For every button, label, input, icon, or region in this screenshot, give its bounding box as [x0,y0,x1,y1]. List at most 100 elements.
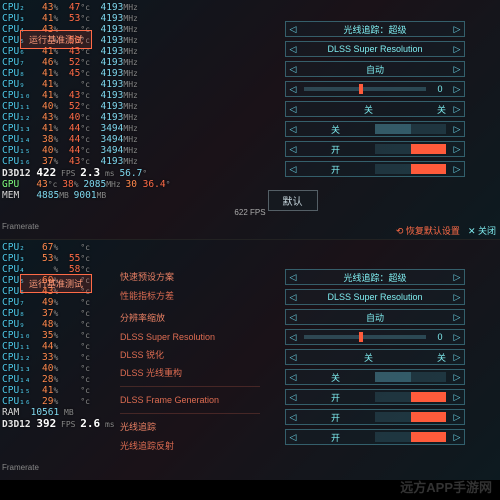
chevron-left-icon[interactable]: ◁ [286,104,300,115]
option-row: ◁开▷ [235,408,465,426]
chevron-left-icon[interactable]: ◁ [286,352,300,363]
benchmark-button[interactable]: 运行基准测试 [20,274,92,293]
osd-row: CPU₂ 43% 47°c 4193MHz [2,2,170,13]
top-screenshot: CPU₂ 43% 47°c 4193MHzCPU₃ 41% 53°c 4193M… [0,0,500,240]
toggle-knob[interactable] [411,164,447,174]
option-row: ◁关▷ [235,120,465,138]
slider-knob[interactable] [359,332,363,342]
option-row: ◁DLSS Super Resolution▷ [235,40,465,58]
chevron-right-icon[interactable]: ▷ [450,292,464,303]
chevron-left-icon[interactable]: ◁ [286,64,300,75]
option-value: DLSS Super Resolution [300,292,450,302]
chevron-right-icon[interactable]: ▷ [450,104,464,115]
chevron-right-icon[interactable]: ▷ [450,432,464,443]
chevron-left-icon[interactable]: ◁ [286,312,300,323]
chevron-right-icon[interactable]: ▷ [450,144,464,155]
option-selector[interactable]: ◁光线追踪：超级▷ [285,21,465,37]
toggle-knob[interactable] [411,144,447,154]
option-selector[interactable]: ◁自动▷ [285,309,465,325]
osd-row: CPU₇ 46% 52°c 4193MHz [2,57,170,68]
toggle-knob[interactable] [411,412,447,422]
chevron-left-icon[interactable]: ◁ [286,124,300,135]
option-slider[interactable]: ◁0▷ [285,329,465,345]
option-selector[interactable]: ◁关关▷ [285,101,465,117]
option-row: ◁关关▷ [235,348,465,366]
chevron-left-icon[interactable]: ◁ [286,164,300,175]
chevron-left-icon[interactable]: ◁ [286,432,300,443]
option-toggle[interactable]: ◁开▷ [285,389,465,405]
option-row: ◁关 ▷ [235,368,465,386]
chevron-right-icon[interactable]: ▷ [450,312,464,323]
option-row: ◁0▷ [235,328,465,346]
chevron-right-icon[interactable]: ▷ [450,372,464,383]
toggle-knob[interactable] [411,392,447,402]
option-selector[interactable]: ◁自动▷ [285,61,465,77]
toggle-knob[interactable] [411,432,447,442]
option-toggle[interactable]: ◁关▷ [285,121,465,137]
osd-row: CPU₃ 53% 55°c [2,253,123,264]
chevron-right-icon[interactable]: ▷ [450,272,464,283]
chevron-right-icon[interactable]: ▷ [450,392,464,403]
chevron-left-icon[interactable]: ◁ [286,292,300,303]
off-indicator: 关 [437,351,446,364]
osd-row: CPU₁₀ 35% °c [2,330,123,341]
option-value: 自动 [300,63,450,76]
chevron-right-icon[interactable]: ▷ [450,84,464,95]
chevron-right-icon[interactable]: ▷ [450,352,464,363]
option-row: ◁自动▷ [235,308,465,326]
chevron-left-icon[interactable]: ◁ [286,332,300,343]
chevron-right-icon[interactable]: ▷ [450,124,464,135]
option-selector[interactable]: ◁DLSS Super Resolution▷ [285,289,465,305]
option-row: ◁DLSS Super Resolution▷ [235,288,465,306]
osd-row: CPU₉ 41% °c 4193MHz [2,79,170,90]
chevron-right-icon[interactable]: ▷ [450,44,464,55]
option-row: ◁开▷ [235,160,465,178]
close-link[interactable]: ✕ 关闭 [468,224,496,237]
chevron-right-icon[interactable]: ▷ [450,164,464,175]
osd-row: CPU₇ 49% °c [2,297,123,308]
option-toggle[interactable]: ◁开▷ [285,409,465,425]
default-button[interactable]: 默认 [268,190,318,211]
watermark-text: 远方APP手游网 [400,477,492,496]
chevron-left-icon[interactable]: ◁ [286,392,300,403]
chevron-right-icon[interactable]: ▷ [450,332,464,343]
osd-row: CPU₁₄ 38% 44°c 3494MHz [2,134,170,145]
option-row: ◁开▷ [235,388,465,406]
option-value: DLSS Super Resolution [300,44,450,54]
settings-panel-bottom: 快速预设方案性能指标方差分辨率缩放DLSS Super ResolutionDL… [120,250,465,460]
chevron-right-icon[interactable]: ▷ [450,64,464,75]
option-toggle[interactable]: ◁开▷ [285,141,465,157]
toggle-knob[interactable] [375,124,411,134]
restore-defaults-link[interactable]: ⟲ 恢复默认设置 [396,224,460,237]
option-selector[interactable]: ◁光线追踪：超级▷ [285,269,465,285]
chevron-left-icon[interactable]: ◁ [286,84,300,95]
option-toggle[interactable]: ◁开▷ [285,429,465,445]
option-toggle[interactable]: ◁开▷ [285,161,465,177]
chevron-left-icon[interactable]: ◁ [286,144,300,155]
chevron-left-icon[interactable]: ◁ [286,412,300,423]
toggle-label: 关 [300,371,371,384]
toggle-knob[interactable] [375,372,411,382]
slider-value: 0 [430,84,450,94]
chevron-left-icon[interactable]: ◁ [286,272,300,283]
option-selector[interactable]: ◁关关▷ [285,349,465,365]
option-row: ◁开▷ [235,140,465,158]
option-toggle[interactable]: ◁关 ▷ [285,369,465,385]
option-value: 自动 [300,311,450,324]
chevron-right-icon[interactable]: ▷ [450,24,464,35]
osd-row: CPU₁₆ 29% °c [2,396,123,407]
chevron-left-icon[interactable]: ◁ [286,372,300,383]
osd-row: CPU₁₀ 41% 43°c 4193MHz [2,90,170,101]
osd-row: CPU₁₂ 33% °c [2,352,123,363]
fps-overlay-text: 622 FPS [234,208,265,217]
chevron-left-icon[interactable]: ◁ [286,24,300,35]
option-slider[interactable]: ◁ 0▷ [285,81,465,97]
options-column-bottom: ◁光线追踪：超级▷◁DLSS Super Resolution▷◁自动▷◁0▷◁… [235,268,465,448]
benchmark-button[interactable]: 运行基准测试 [20,30,92,49]
slider-knob[interactable] [359,84,363,94]
chevron-right-icon[interactable]: ▷ [450,412,464,423]
chevron-left-icon[interactable]: ◁ [286,44,300,55]
option-selector[interactable]: ◁DLSS Super Resolution▷ [285,41,465,57]
bottom-bar-top: ⟲ 恢复默认设置 ✕ 关闭 [396,224,496,237]
option-row: ◁光线追踪：超级▷ [235,20,465,38]
